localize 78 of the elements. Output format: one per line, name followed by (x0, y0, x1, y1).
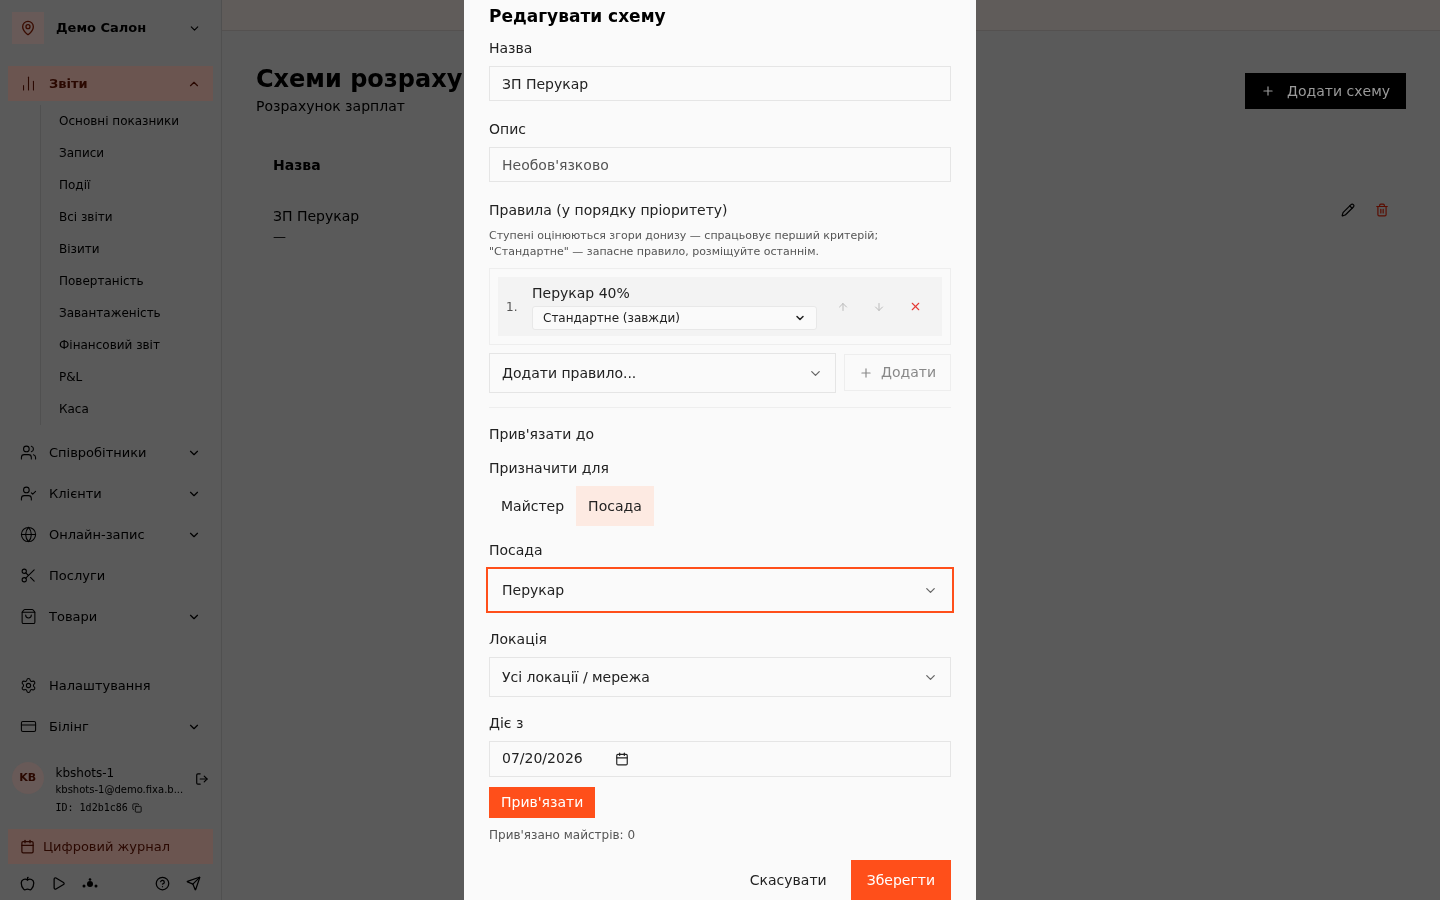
page-title: Схеми розраху (256, 64, 463, 94)
sidebar-item[interactable]: Звіти (8, 66, 213, 101)
page-subtitle: Розрахунок зарплат (256, 97, 405, 116)
bag-icon (20, 608, 37, 625)
users-icon (20, 444, 37, 461)
submenu-item[interactable]: Основні показники (41, 105, 221, 137)
rule-number: 1. (506, 298, 519, 316)
globe-icon (20, 526, 37, 543)
dots-icon[interactable] (82, 877, 98, 890)
submenu-item[interactable]: Повертаність (41, 265, 221, 297)
user-check-icon (20, 485, 37, 502)
sidebar-item[interactable]: Послуги (8, 558, 213, 593)
scissors-icon (20, 567, 37, 584)
logout-icon[interactable] (195, 772, 209, 786)
help-icon[interactable] (155, 876, 170, 891)
settings-icon (20, 677, 37, 694)
calendar-icon (20, 839, 35, 854)
sidebar-item[interactable]: Онлайн-запис (8, 517, 213, 552)
send-icon[interactable] (186, 876, 201, 891)
submenu-item[interactable]: Візити (41, 233, 221, 265)
plus-icon (859, 365, 873, 380)
card-icon (20, 718, 37, 735)
avatar: KB (12, 762, 44, 794)
rules-hint: Ступені оцінюються згори донизу — спрацьовує перший критерій; "Стандартне" — запасне правило, розміщуйте останнім. (489, 228, 880, 261)
bind-button[interactable]: Прив'язати (489, 786, 596, 818)
rule-name: Перукар 40% (532, 284, 630, 304)
submenu-item[interactable]: Завантаженість (41, 297, 221, 329)
field-label: Назва (489, 40, 533, 56)
submenu-item[interactable]: Всі звіти (41, 201, 221, 233)
submenu-item[interactable]: Фінансовий звіт (41, 329, 221, 361)
field-label: Опис (489, 121, 526, 138)
scheme-name: ЗП Перукар (273, 207, 360, 226)
plus-icon (1261, 84, 1276, 98)
save-button[interactable]: Зберегти (850, 860, 951, 900)
dialog-title: Редагувати схему (489, 5, 667, 28)
date-input[interactable]: 07/20/2026 (489, 741, 951, 777)
cancel-button[interactable]: Скасувати (749, 869, 827, 891)
user-email: kbshots-1@demo.fixa.b... (55, 783, 184, 797)
bound-count: Прив'язано майстрів: 0 (489, 827, 637, 844)
sidebar-item[interactable]: Білінг (8, 709, 213, 744)
sidebar-item[interactable]: Товари (8, 599, 213, 634)
position-select[interactable]: Перукар (486, 567, 954, 614)
description-input[interactable]: Необов'язково (489, 147, 951, 183)
submenu-item[interactable]: P&L (41, 361, 221, 393)
play-icon[interactable] (51, 876, 66, 891)
location-select[interactable]: Усі локації / мережа (489, 657, 951, 698)
condition-select[interactable]: Стандартне (завжди) (532, 306, 817, 331)
field-label: Діє з (489, 715, 524, 732)
calendar-icon[interactable] (614, 751, 629, 766)
apple-icon[interactable] (20, 876, 35, 891)
field-label: Посада (489, 542, 543, 559)
field-label: Призначити для (489, 460, 609, 477)
add-rule-button[interactable]: Додати (844, 354, 951, 392)
assign-tab[interactable]: Посада (576, 486, 654, 527)
sidebar-item[interactable]: Налаштування (8, 668, 213, 703)
journal-button[interactable]: Цифровий журнал (8, 829, 213, 864)
copy-icon[interactable] (131, 802, 142, 813)
sidebar-item[interactable]: Співробітники (8, 435, 213, 470)
scheme-description: — (273, 228, 286, 246)
add-scheme-button[interactable]: Додати схему (1245, 73, 1406, 109)
field-label: Прив'язати до (489, 426, 594, 443)
location-name[interactable]: Демо Салон (56, 18, 176, 38)
assign-tab[interactable]: Майстер (489, 486, 577, 527)
column-header: Назва (273, 156, 321, 175)
sidebar-item[interactable]: Клієнти (8, 476, 213, 511)
field-label: Правила (у порядку пріоритету) (489, 202, 728, 219)
add-rule-select[interactable]: Додати правило... (489, 353, 836, 394)
user-name: kbshots-1 (55, 765, 115, 782)
map-pin-icon (20, 20, 36, 36)
chart-icon (20, 75, 37, 92)
delete-icon[interactable] (1375, 203, 1389, 217)
submenu-item[interactable]: Каса (41, 393, 221, 425)
submenu-item[interactable]: Записи (41, 137, 221, 169)
user-id: ID: 1d2b1c86 (55, 801, 128, 815)
field-label: Локація (489, 631, 547, 648)
edit-icon[interactable] (1341, 203, 1355, 217)
submenu-item[interactable]: Події (41, 169, 221, 201)
name-input[interactable]: ЗП Перукар (489, 66, 951, 102)
